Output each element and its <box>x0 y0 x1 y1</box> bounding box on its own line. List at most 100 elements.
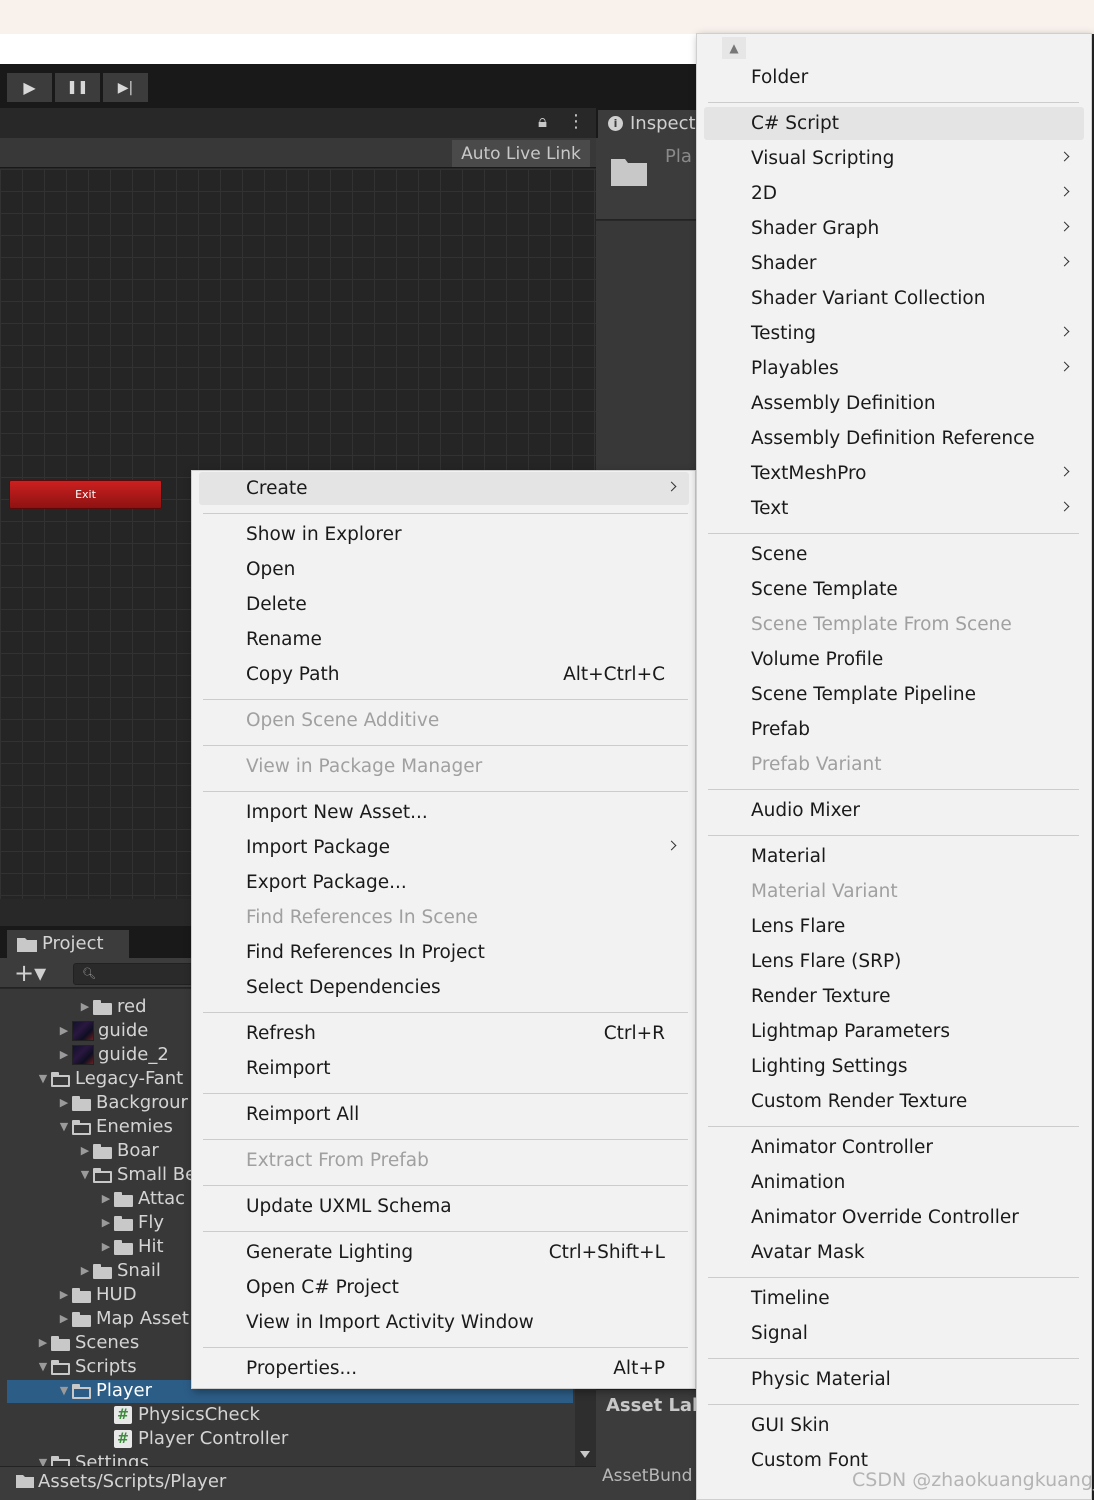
tree-item-player[interactable]: ▼ Player <box>56 1379 152 1403</box>
tree-item-small-be[interactable]: ▼ Small Be <box>77 1163 196 1187</box>
expand-arrow-icon[interactable]: ▶ <box>77 1139 93 1163</box>
tree-item-legacy-fant[interactable]: ▼ Legacy-Fant <box>35 1067 183 1091</box>
scroll-up-icon[interactable]: ▲ <box>722 37 746 59</box>
menu-item-audio-mixer[interactable]: Audio Mixer <box>704 794 1084 827</box>
menu-item-delete[interactable]: Delete <box>199 588 689 621</box>
tree-item-enemies[interactable]: ▼ Enemies <box>56 1115 173 1139</box>
menu-item-create[interactable]: Create <box>199 472 689 505</box>
scroll-down-icon[interactable] <box>580 1451 590 1458</box>
menu-item-show-in-explorer[interactable]: Show in Explorer <box>199 518 689 551</box>
menu-item-textmeshpro[interactable]: TextMeshPro <box>704 457 1084 490</box>
menu-item-open[interactable]: Open <box>199 553 689 586</box>
menu-item-testing[interactable]: Testing <box>704 317 1084 350</box>
step-button[interactable]: ▶| <box>103 73 148 102</box>
more-options-icon[interactable]: ⋮ <box>567 111 585 132</box>
tree-item-snail[interactable]: ▶ Snail <box>77 1259 161 1283</box>
collapse-arrow-icon[interactable]: ▼ <box>35 1355 51 1379</box>
menu-item-text[interactable]: Text <box>704 492 1084 525</box>
menu-item-animation[interactable]: Animation <box>704 1166 1084 1199</box>
tree-item-fly[interactable]: ▶ Fly <box>98 1211 164 1235</box>
collapse-arrow-icon[interactable]: ▼ <box>35 1067 51 1091</box>
expand-arrow-icon[interactable]: ▶ <box>56 1283 72 1307</box>
exit-button[interactable]: Exit <box>9 480 162 509</box>
menu-item-assembly-definition-reference[interactable]: Assembly Definition Reference <box>704 422 1084 455</box>
tree-item-hit[interactable]: ▶ Hit <box>98 1235 164 1259</box>
menu-item-shader-variant-collection[interactable]: Shader Variant Collection <box>704 282 1084 315</box>
menu-item-render-texture[interactable]: Render Texture <box>704 980 1084 1013</box>
menu-item-update-uxml-schema[interactable]: Update UXML Schema <box>199 1190 689 1223</box>
menu-item-visual-scripting[interactable]: Visual Scripting <box>704 142 1084 175</box>
menu-item-import-package[interactable]: Import Package <box>199 831 689 864</box>
menu-item-generate-lighting[interactable]: Generate Lighting Ctrl+Shift+L <box>199 1236 689 1269</box>
menu-item-signal[interactable]: Signal <box>704 1317 1084 1350</box>
lock-icon[interactable]: 🔒︎ <box>538 112 547 132</box>
menu-item-lens-flare-srp[interactable]: Lens Flare (SRP) <box>704 945 1084 978</box>
tree-item-scenes[interactable]: ▶ Scenes <box>35 1331 140 1355</box>
expand-arrow-icon[interactable]: ▶ <box>56 1091 72 1115</box>
menu-item-prefab[interactable]: Prefab <box>704 713 1084 746</box>
tree-item-guide-2[interactable]: ▶ guide_2 <box>56 1043 169 1067</box>
menu-item-lens-flare[interactable]: Lens Flare <box>704 910 1084 943</box>
auto-live-link-button[interactable]: Auto Live Link <box>452 140 590 167</box>
expand-arrow-icon[interactable]: ▶ <box>98 1211 114 1235</box>
menu-item-folder[interactable]: Folder <box>704 61 1084 94</box>
menu-item-export-package[interactable]: Export Package... <box>199 866 689 899</box>
menu-item-2d[interactable]: 2D <box>704 177 1084 210</box>
expand-arrow-icon[interactable]: ▶ <box>77 1259 93 1283</box>
menu-item-lightmap-parameters[interactable]: Lightmap Parameters <box>704 1015 1084 1048</box>
tree-item-map-asset[interactable]: ▶ Map Asset <box>56 1307 189 1331</box>
expand-arrow-icon[interactable]: ▶ <box>56 1019 72 1043</box>
tree-item-backgrour[interactable]: ▶ Backgrour <box>56 1091 188 1115</box>
expand-arrow-icon[interactable]: ▶ <box>56 1043 72 1067</box>
menu-item-rename[interactable]: Rename <box>199 623 689 656</box>
collapse-arrow-icon[interactable]: ▼ <box>56 1115 72 1139</box>
collapse-arrow-icon[interactable]: ▼ <box>77 1163 93 1187</box>
menu-item-scene-template-pipeline[interactable]: Scene Template Pipeline <box>704 678 1084 711</box>
menu-item-avatar-mask[interactable]: Avatar Mask <box>704 1236 1084 1269</box>
menu-item-animator-override-controller[interactable]: Animator Override Controller <box>704 1201 1084 1234</box>
tree-item-player-controller[interactable]: # Player Controller <box>98 1427 288 1451</box>
expand-arrow-icon[interactable]: ▶ <box>56 1307 72 1331</box>
menu-item-volume-profile[interactable]: Volume Profile <box>704 643 1084 676</box>
expand-arrow-icon[interactable]: ▶ <box>98 1235 114 1259</box>
menu-item-gui-skin[interactable]: GUI Skin <box>704 1409 1084 1442</box>
tree-item-red[interactable]: ▶ red <box>77 995 147 1019</box>
menu-item-custom-render-texture[interactable]: Custom Render Texture <box>704 1085 1084 1118</box>
menu-item-shader[interactable]: Shader <box>704 247 1084 280</box>
menu-item-shader-graph[interactable]: Shader Graph <box>704 212 1084 245</box>
tree-item-physicscheck[interactable]: # PhysicsCheck <box>98 1403 260 1427</box>
menu-item-copy-path[interactable]: Copy Path Alt+Ctrl+C <box>199 658 689 691</box>
menu-item-reimport-all[interactable]: Reimport All <box>199 1098 689 1131</box>
menu-item-timeline[interactable]: Timeline <box>704 1282 1084 1315</box>
menu-item-view-in-import-activity-window[interactable]: View in Import Activity Window <box>199 1306 689 1339</box>
menu-item-properties[interactable]: Properties... Alt+P <box>199 1352 689 1385</box>
tree-item-boar[interactable]: ▶ Boar <box>77 1139 159 1163</box>
menu-item-import-new-asset[interactable]: Import New Asset... <box>199 796 689 829</box>
tree-item-hud[interactable]: ▶ HUD <box>56 1283 137 1307</box>
menu-item-scene[interactable]: Scene <box>704 538 1084 571</box>
tree-item-guide[interactable]: ▶ guide <box>56 1019 148 1043</box>
expand-arrow-icon[interactable]: ▶ <box>35 1331 51 1355</box>
tree-item-attac[interactable]: ▶ Attac <box>98 1187 185 1211</box>
expand-arrow-icon[interactable]: ▶ <box>98 1187 114 1211</box>
expand-arrow-icon[interactable]: ▶ <box>77 995 93 1019</box>
menu-item-lighting-settings[interactable]: Lighting Settings <box>704 1050 1084 1083</box>
menu-item-material[interactable]: Material <box>704 840 1084 873</box>
menu-item-c-script[interactable]: C# Script <box>704 107 1084 140</box>
menu-item-scene-template[interactable]: Scene Template <box>704 573 1084 606</box>
search-input[interactable]: 🔍︎ <box>73 963 193 985</box>
pause-button[interactable]: ❚❚ <box>55 73 100 102</box>
menu-item-physic-material[interactable]: Physic Material <box>704 1363 1084 1396</box>
menu-item-refresh[interactable]: Refresh Ctrl+R <box>199 1017 689 1050</box>
add-asset-button[interactable]: +▾ <box>14 960 46 986</box>
menu-item-animator-controller[interactable]: Animator Controller <box>704 1131 1084 1164</box>
menu-item-playables[interactable]: Playables <box>704 352 1084 385</box>
menu-item-select-dependencies[interactable]: Select Dependencies <box>199 971 689 1004</box>
menu-item-assembly-definition[interactable]: Assembly Definition <box>704 387 1084 420</box>
tree-item-scripts[interactable]: ▼ Scripts <box>35 1355 137 1379</box>
play-button[interactable]: ▶ <box>7 73 52 102</box>
collapse-arrow-icon[interactable]: ▼ <box>56 1379 72 1403</box>
menu-item-reimport[interactable]: Reimport <box>199 1052 689 1085</box>
menu-item-find-references-in-project[interactable]: Find References In Project <box>199 936 689 969</box>
menu-item-open-c-project[interactable]: Open C# Project <box>199 1271 689 1304</box>
